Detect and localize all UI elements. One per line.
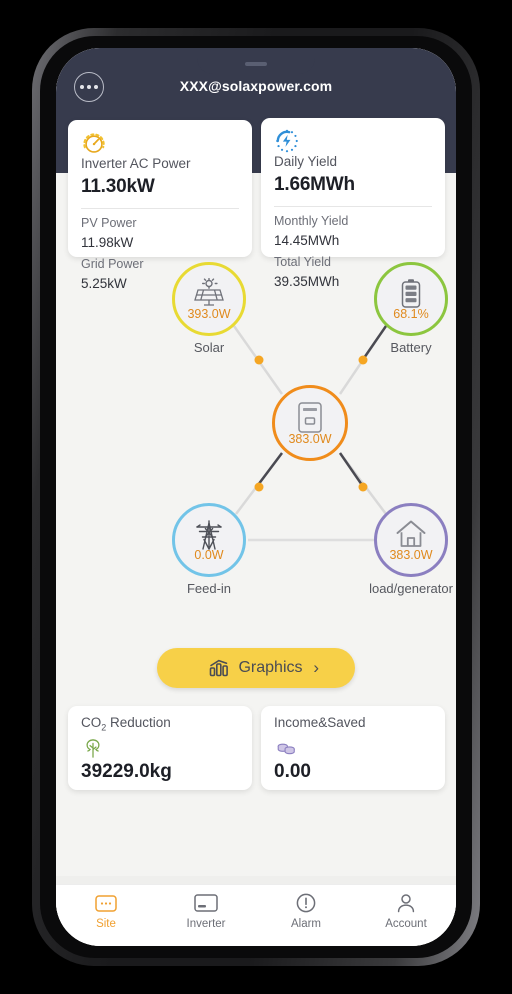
- graphics-button[interactable]: Graphics ›: [157, 648, 355, 688]
- house-icon: [396, 520, 426, 547]
- tab-label: Site: [96, 918, 116, 930]
- alarm-icon: [296, 893, 316, 913]
- page-title: XXX@solaxpower.com: [179, 78, 333, 94]
- phone-screen: XXX@solaxpower.com Inverter AC Power 11.…: [56, 48, 456, 946]
- notch-speaker: [245, 62, 267, 66]
- card-label: Daily Yield: [274, 154, 338, 169]
- battery-icon: [401, 279, 421, 308]
- card-daily-yield[interactable]: Daily Yield 1.66MWh Monthly Yield 14.45M…: [261, 118, 445, 289]
- card-label: Inverter AC Power: [81, 156, 191, 171]
- node-value-feedin: 0.0W: [194, 548, 224, 562]
- graphics-label: Graphics: [238, 659, 303, 676]
- income-label: Income&Saved: [274, 715, 366, 730]
- flow-node-solar[interactable]: 393.0W: [172, 262, 246, 336]
- monthly-yield-label: Monthly Yield: [274, 214, 349, 228]
- flow-node-battery[interactable]: 68.1%: [374, 262, 448, 336]
- card-income-saved[interactable]: Income&Saved 0.00: [261, 706, 445, 790]
- site-icon: [95, 893, 117, 913]
- account-icon: [396, 893, 416, 913]
- solar-panel-icon: [194, 278, 224, 306]
- tab-site[interactable]: Site: [56, 885, 156, 946]
- coins-icon: [277, 743, 295, 755]
- flow-node-inverter[interactable]: 383.0W: [272, 385, 348, 461]
- node-value-battery: 68.1%: [393, 307, 429, 321]
- flow-caption-feedin: Feed-in: [186, 581, 232, 596]
- tab-alarm[interactable]: Alarm: [256, 885, 356, 946]
- card-co2-reduction[interactable]: CO2 Reduction 39229.0kg: [68, 706, 252, 790]
- phone-frame: XXX@solaxpower.com Inverter AC Power 11.…: [32, 28, 480, 966]
- inverter-icon: [194, 893, 218, 913]
- monthly-yield-value: 14.45MWh: [274, 233, 340, 248]
- flow-caption-battery: Battery: [390, 340, 432, 355]
- energy-flow-diagram: 393.0W Solar 68.1% Battery 383.0W 0.0W F…: [56, 260, 456, 596]
- node-value-solar: 393.0W: [187, 307, 231, 321]
- tree-icon: [86, 739, 100, 758]
- income-value: 0.00: [274, 761, 311, 782]
- tab-inverter[interactable]: Inverter: [156, 885, 256, 946]
- bottom-tab-bar: Site Inverter Alarm Account: [56, 884, 456, 946]
- energy-bolt-icon: [276, 129, 298, 153]
- chevron-right-icon: ›: [313, 658, 319, 677]
- card-value: 11.30kW: [81, 176, 155, 197]
- gauge-icon: [83, 133, 105, 153]
- tab-label: Inverter: [186, 918, 226, 930]
- node-value-load: 383.0W: [389, 548, 433, 562]
- pv-power-label: PV Power: [81, 216, 137, 230]
- card-inverter-ac-power[interactable]: Inverter AC Power 11.30kW PV Power 11.98…: [68, 120, 252, 291]
- bar-chart-icon: [210, 659, 229, 677]
- divider: [81, 208, 239, 209]
- card-value: 1.66MWh: [274, 174, 355, 195]
- flow-node-load[interactable]: 383.0W: [374, 503, 448, 577]
- pv-power-value: 11.98kW: [81, 235, 134, 250]
- node-value-inverter: 383.0W: [288, 432, 332, 446]
- tab-label: Account: [385, 918, 427, 930]
- app-content: XXX@solaxpower.com Inverter AC Power 11.…: [56, 48, 456, 946]
- tabbar-separator: [56, 876, 456, 884]
- phone-notch: [197, 48, 315, 74]
- pylon-icon: [196, 520, 222, 550]
- co2-value: 39229.0kg: [81, 761, 172, 782]
- inverter-box-icon: [298, 402, 322, 433]
- tab-label: Alarm: [290, 918, 322, 930]
- flow-node-feedin[interactable]: 0.0W: [172, 503, 246, 577]
- tab-account[interactable]: Account: [356, 885, 456, 946]
- flow-caption-solar: Solar: [193, 340, 225, 355]
- co2-label: CO2 Reduction: [81, 715, 171, 733]
- flow-caption-load: load/generator: [369, 581, 453, 596]
- divider: [274, 206, 432, 207]
